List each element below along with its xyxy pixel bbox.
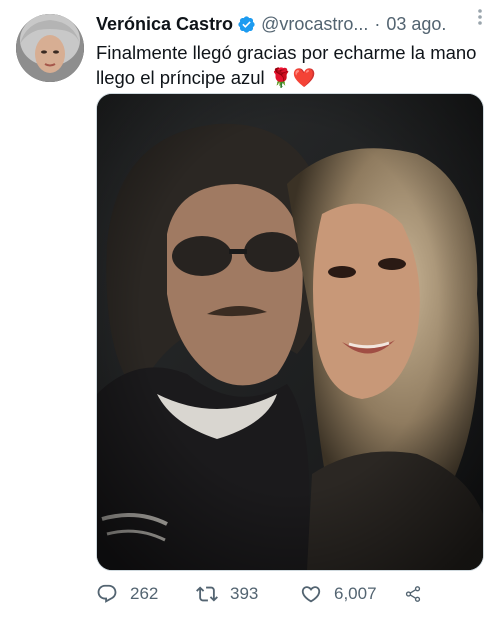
reply-count: 262 [130,584,159,603]
share-button[interactable] [404,583,434,605]
tweet-photo[interactable] [96,93,484,571]
retweet-count: 393 [230,584,259,603]
author-avatar[interactable] [16,14,84,82]
tweet-text: Finalmente llegó gracias por echarme la … [96,42,477,88]
tweet-header: Verónica Castro @vrocastro... · 03 ago. [96,12,483,36]
author-name[interactable]: Verónica Castro [96,14,233,35]
photo-image [97,94,483,570]
share-icon [405,586,421,602]
more-vertical-icon[interactable] [469,6,491,28]
header-separator: · [374,13,381,34]
reply-icon [97,584,117,603]
tweet-date[interactable]: 03 ago. [386,14,446,35]
retweet-icon [196,586,218,602]
heart-icon [301,586,321,603]
tweet-actions: 262 393 6,007 [96,578,486,610]
avatar-image [16,14,84,82]
reply-button[interactable]: 262 [96,583,196,605]
verified-badge-icon [238,15,255,33]
retweet-button[interactable]: 393 [196,583,300,605]
author-handle[interactable]: @vrocastro... [261,14,368,35]
like-count: 6,007 [334,584,377,603]
like-button[interactable]: 6,007 [300,583,404,605]
